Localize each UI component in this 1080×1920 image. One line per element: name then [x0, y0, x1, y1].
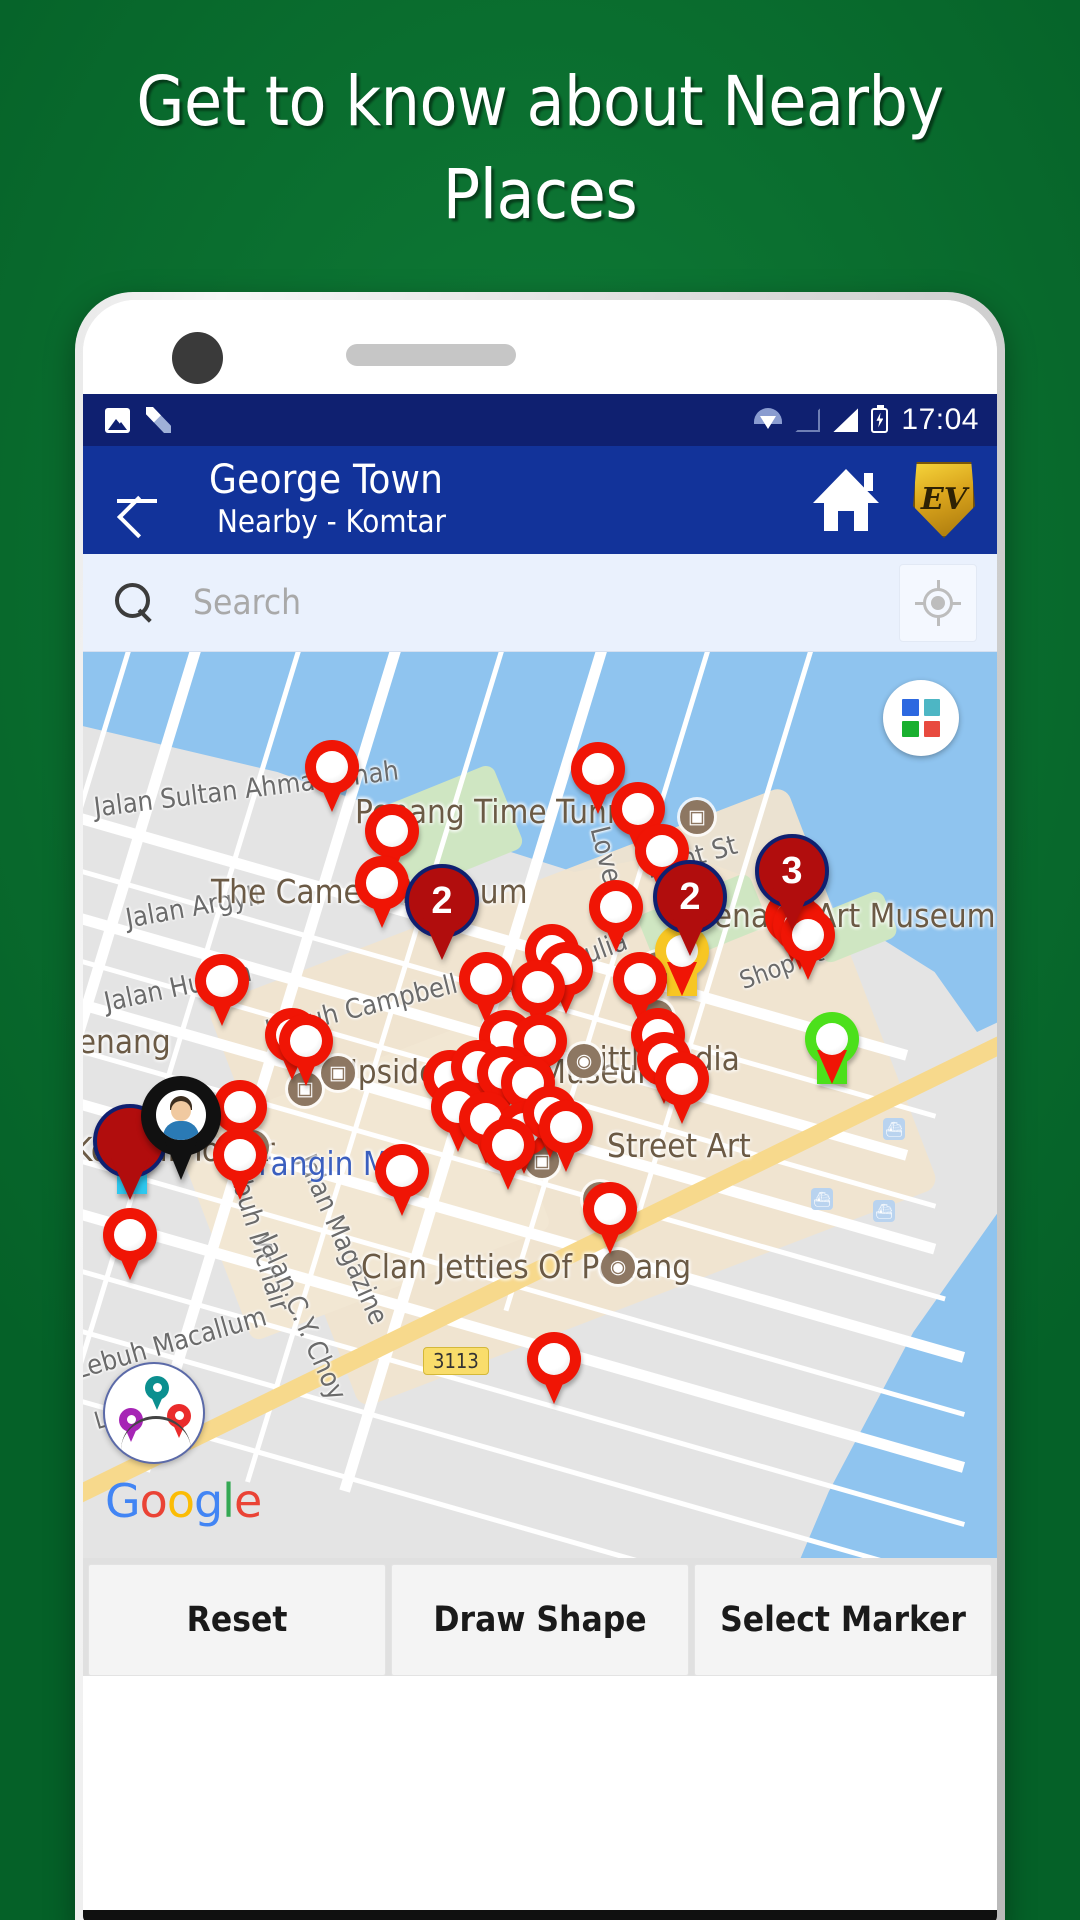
promo-headline: Get to know about Nearby Places	[0, 68, 1080, 230]
ev-logo-text: EV	[920, 482, 968, 517]
back-button[interactable]	[109, 472, 165, 528]
photo-icon	[105, 407, 130, 433]
map-layers-button[interactable]	[883, 680, 959, 756]
search-bar	[83, 554, 997, 652]
map-marker[interactable]	[655, 1052, 709, 1126]
map-place-label: Street Art	[607, 1126, 751, 1165]
search-icon	[113, 581, 157, 625]
map-cluster-marker[interactable]: 2	[653, 860, 727, 956]
draw-shape-button[interactable]: Draw Shape	[391, 1564, 689, 1676]
map-marker[interactable]	[481, 1118, 535, 1192]
selected-location-marker[interactable]	[141, 1076, 221, 1180]
earpiece-speaker	[346, 344, 516, 366]
cluster-count: 2	[431, 879, 453, 922]
home-icon[interactable]	[813, 469, 879, 531]
page-title: George Town	[209, 456, 444, 503]
google-attribution: Google	[105, 1474, 262, 1528]
map-marker[interactable]	[355, 856, 409, 930]
reset-button[interactable]: Reset	[88, 1564, 386, 1676]
cluster-count: 2	[679, 875, 701, 918]
app-bar: George Town Nearby - Komtar EV	[83, 446, 997, 554]
phone-screen: 17:04 George Town Nearby - Komtar EV Sea…	[83, 300, 997, 1920]
map-marker[interactable]	[103, 1208, 157, 1282]
map-marker[interactable]	[279, 1014, 333, 1088]
map-cluster-marker[interactable]: 3	[755, 834, 829, 930]
my-location-icon	[915, 579, 961, 626]
map-marker[interactable]	[589, 880, 643, 954]
front-camera-icon	[172, 332, 223, 384]
map-marker[interactable]	[539, 1100, 593, 1174]
app-bar-titles: George Town Nearby - Komtar	[209, 456, 813, 542]
nova-launcher-icon	[146, 407, 171, 433]
wifi-icon	[754, 408, 783, 432]
signal-full-icon	[833, 408, 859, 432]
battery-charging-icon	[871, 404, 889, 433]
transit-poi-icon: ⛴	[873, 1200, 895, 1222]
select-marker-button[interactable]: Select Marker	[694, 1564, 992, 1676]
status-bar-time: 17:04	[901, 403, 979, 436]
transit-poi-icon: ⛴	[811, 1188, 833, 1210]
headline-line-2: Places	[442, 155, 638, 235]
map-place-label: Penang Art Museum	[697, 896, 996, 935]
map-marker[interactable]	[195, 954, 249, 1028]
map-marker[interactable]	[583, 1182, 637, 1256]
status-bar: 17:04	[83, 394, 997, 446]
status-bar-notifications	[105, 407, 171, 433]
camera-poi-icon: ◉	[567, 1044, 601, 1078]
map-marker[interactable]	[213, 1128, 267, 1202]
user-avatar-icon	[156, 1090, 206, 1140]
phone-frame: 17:04 George Town Nearby - Komtar EV Sea…	[75, 292, 1005, 1920]
map-canvas[interactable]: 3113 Jalan Sultan Ahmad Shah Jalan Argyl…	[83, 652, 997, 1558]
nearby-pins-button[interactable]	[103, 1362, 205, 1464]
phone-notch-area	[83, 300, 997, 394]
map-marker[interactable]	[527, 1332, 581, 1406]
highway-badge: 3113	[423, 1347, 489, 1375]
status-bar-system: 17:04	[754, 403, 979, 437]
map-action-bar: Reset Draw Shape Select Marker	[83, 1558, 997, 1676]
map-cluster-marker[interactable]: 2	[405, 864, 479, 960]
search-input[interactable]	[193, 582, 899, 623]
map-place-label: Penang	[83, 1022, 171, 1061]
page-subtitle: Nearby - Komtar	[217, 504, 447, 541]
headline-line-1: Get to know about Nearby	[136, 62, 944, 142]
signal-empty-icon	[795, 408, 821, 432]
transit-poi-icon: ⛴	[883, 1118, 905, 1140]
my-location-button[interactable]	[899, 563, 977, 642]
cluster-count: 3	[781, 849, 803, 892]
map-place-label: Clan Jetties Of Penang	[361, 1247, 692, 1286]
map-marker[interactable]	[305, 740, 359, 814]
map-marker[interactable]	[375, 1144, 429, 1218]
android-navigation-bar	[83, 1910, 997, 1920]
map-marker-selected-green[interactable]	[805, 1012, 859, 1086]
ev-logo-icon[interactable]: EV	[913, 462, 975, 538]
